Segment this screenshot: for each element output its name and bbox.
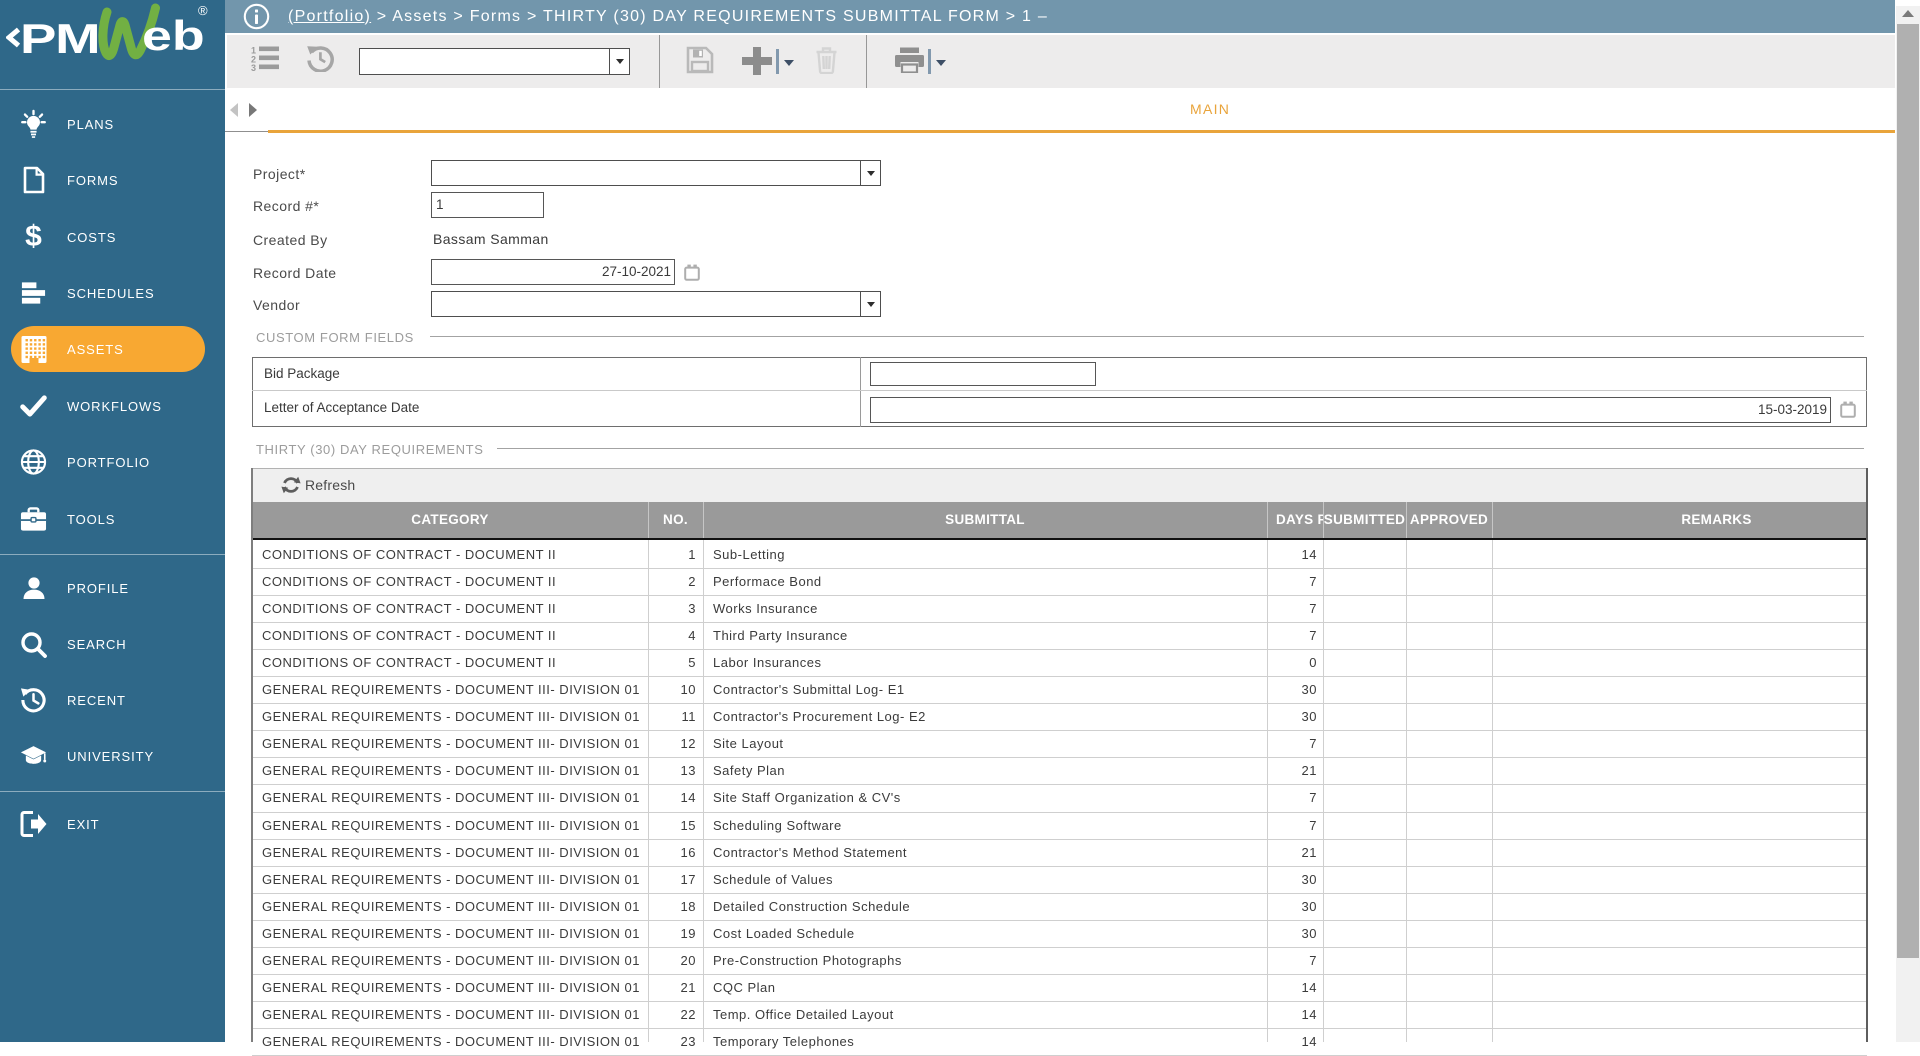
svg-text:3: 3 [251,63,256,71]
